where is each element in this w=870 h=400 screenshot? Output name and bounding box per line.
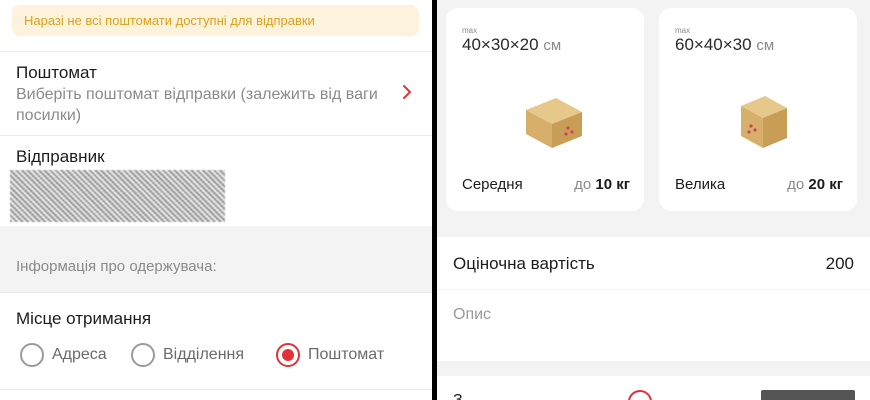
radio-button[interactable] xyxy=(20,343,44,367)
estimated-value-amount[interactable]: 200 xyxy=(826,254,854,274)
chevron-right-icon xyxy=(403,85,412,99)
divider xyxy=(0,389,432,390)
divider xyxy=(0,135,432,136)
shipment-form-left: Наразі не всі поштомати доступні для від… xyxy=(0,0,432,400)
bottom-row-partial: З xyxy=(437,376,870,400)
radio-button[interactable] xyxy=(131,343,155,367)
radio-option-address[interactable]: Адреса xyxy=(20,343,107,367)
parcel-box-icon xyxy=(526,98,582,148)
locker-subtitle: Виберіть поштомат відправки (залежить ві… xyxy=(16,86,378,124)
size-name: Середня xyxy=(462,176,523,193)
size-dimensions: 60×40×30 см xyxy=(675,35,775,54)
max-label: max xyxy=(462,26,478,35)
sender-details-redacted xyxy=(10,170,225,222)
radio-label: Адреса xyxy=(52,346,107,363)
receive-place-title: Місце отримання xyxy=(16,309,152,328)
radio-button-selected[interactable] xyxy=(276,343,300,367)
shipment-form-right: max 40×30×20 см Середня до 10 кг max 60×… xyxy=(437,0,870,400)
size-name: Велика xyxy=(675,176,726,193)
toggle-button[interactable] xyxy=(761,390,855,400)
parcel-box-icon xyxy=(741,96,787,148)
description-field[interactable]: Опис xyxy=(437,290,870,361)
size-card-medium[interactable]: max 40×30×20 см Середня до 10 кг xyxy=(446,8,644,211)
estimated-value-field[interactable]: Оціночна вартість 200 xyxy=(437,237,870,289)
size-dimensions: 40×30×20 см xyxy=(462,35,562,54)
info-icon[interactable] xyxy=(628,390,652,400)
description-placeholder: Опис xyxy=(453,306,492,323)
locker-title: Поштомат xyxy=(16,63,97,82)
recipient-info-label: Інформація про одержувача: xyxy=(16,258,217,275)
radio-label: Відділення xyxy=(163,346,245,363)
max-label: max xyxy=(675,26,691,35)
radio-label: Поштомат xyxy=(308,346,385,363)
size-card-large[interactable]: max 60×40×30 см Велика до 20 кг xyxy=(659,8,857,211)
size-weight: до 10 кг xyxy=(574,176,630,193)
divider xyxy=(0,51,432,52)
clipped-label: З xyxy=(453,392,463,400)
radio-option-locker[interactable]: Поштомат xyxy=(276,343,384,367)
estimated-value-label: Оціночна вартість xyxy=(453,254,595,273)
size-weight: до 20 кг xyxy=(787,176,843,193)
radio-option-branch[interactable]: Відділення xyxy=(131,343,244,367)
locker-availability-warning: Наразі не всі поштомати доступні для від… xyxy=(12,5,419,36)
sender-title: Відправник xyxy=(16,147,105,166)
divider xyxy=(0,292,432,293)
